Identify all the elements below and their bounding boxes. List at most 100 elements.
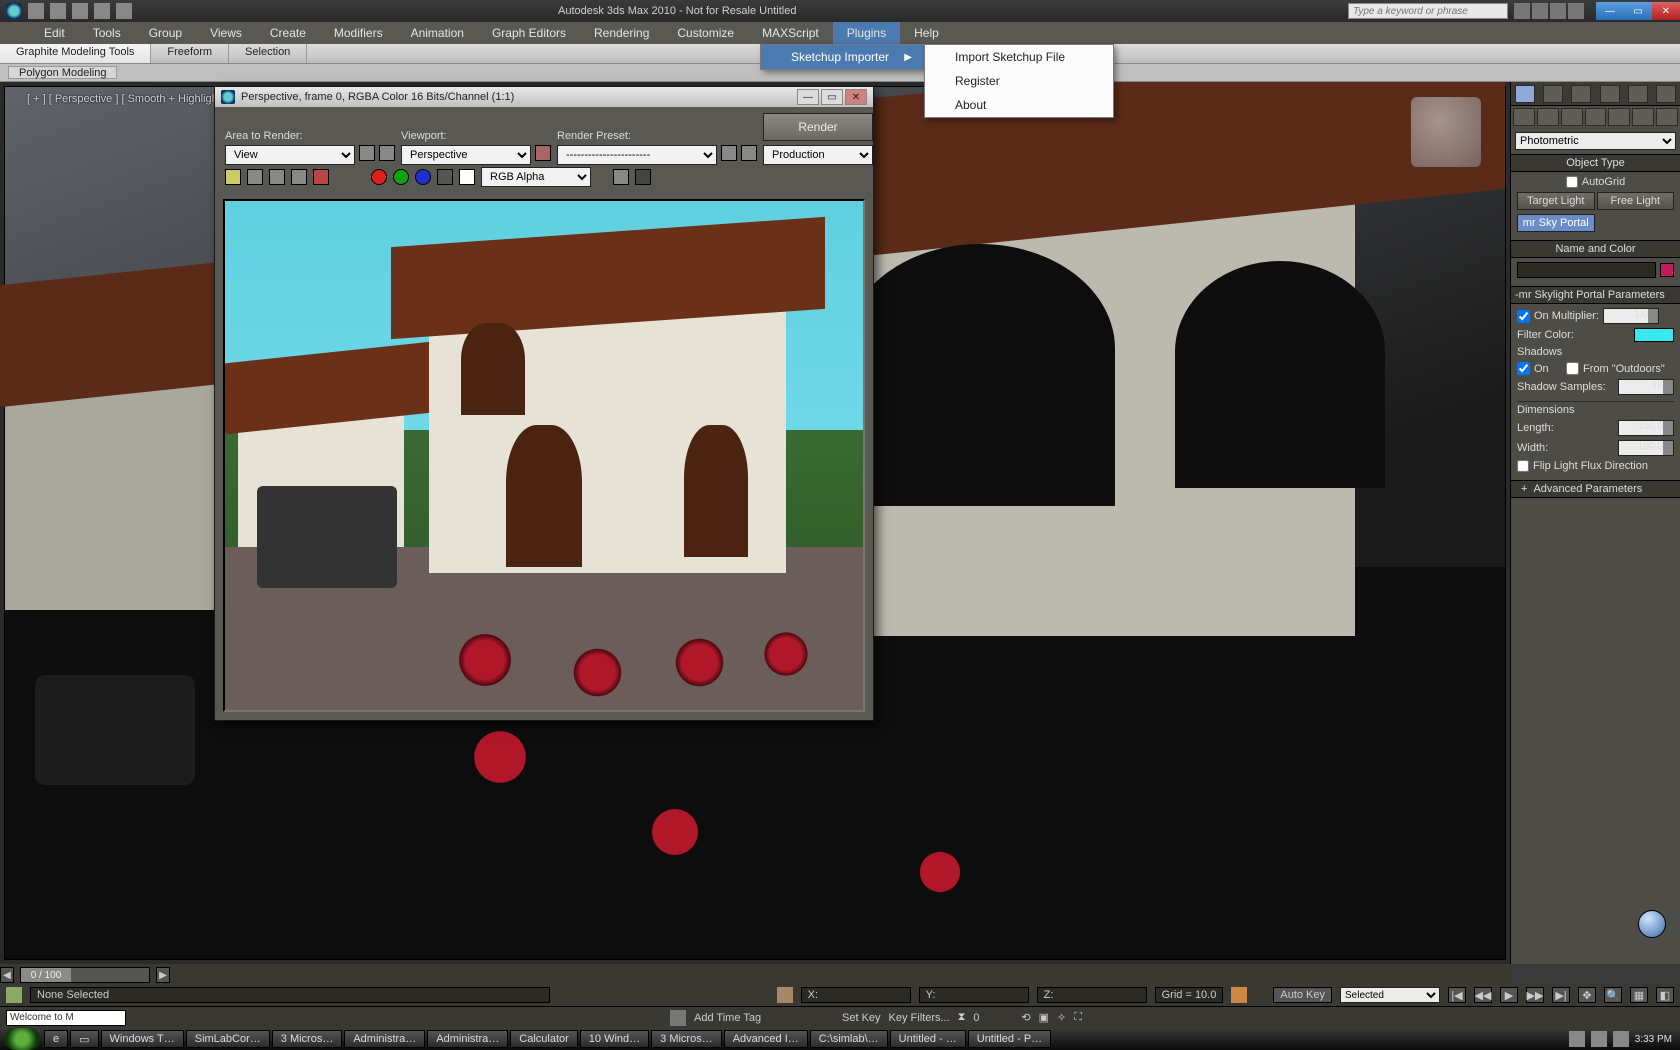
set-key-button[interactable]: Set Key	[842, 1012, 881, 1024]
systems-cat-icon[interactable]	[1656, 108, 1678, 126]
viewport-label[interactable]: [ + ] [ Perspective ] [ Smooth + Highlig…	[27, 93, 232, 105]
geometry-cat-icon[interactable]	[1513, 108, 1535, 126]
comm-center-icon[interactable]	[1532, 3, 1548, 19]
minimize-button[interactable]: —	[1596, 2, 1624, 20]
width-spinner[interactable]: 100.0	[1618, 440, 1674, 456]
menu-create[interactable]: Create	[256, 22, 320, 44]
display-tab-icon[interactable]	[1628, 85, 1648, 103]
next-frame-button[interactable]: ▶	[156, 967, 170, 983]
menu-rendering[interactable]: Rendering	[580, 22, 663, 44]
infocenter-search[interactable]	[1348, 3, 1508, 19]
render-close-button[interactable]: ✕	[845, 89, 867, 105]
task-button[interactable]: Advanced I…	[724, 1030, 808, 1048]
region-icon[interactable]	[359, 145, 375, 161]
key-mode-select[interactable]: Selected	[1340, 987, 1440, 1003]
menu-animation[interactable]: Animation	[397, 22, 478, 44]
goto-end-button[interactable]: ▶|	[1552, 987, 1570, 1003]
task-button[interactable]: SimLabCor…	[186, 1030, 270, 1048]
skylight-portal-params-rollout[interactable]: -mr Skylight Portal Parameters	[1511, 286, 1680, 304]
task-button[interactable]: Untitled - …	[890, 1030, 966, 1048]
channel-select[interactable]: RGB Alpha	[481, 167, 591, 187]
length-spinner[interactable]: 100.0	[1618, 420, 1674, 436]
channel-red-icon[interactable]	[371, 169, 387, 185]
shapes-cat-icon[interactable]	[1537, 108, 1559, 126]
goto-start-button[interactable]: |◀	[1448, 987, 1466, 1003]
shadows-on-checkbox[interactable]	[1517, 362, 1530, 375]
autoregion-icon[interactable]	[379, 145, 395, 161]
task-button[interactable]: Calculator	[510, 1030, 578, 1048]
tab-selection[interactable]: Selection	[229, 44, 307, 63]
submenu-sketchup-importer[interactable]: Sketchup Importer ▶	[761, 45, 924, 69]
open-icon[interactable]	[50, 3, 66, 19]
prev-key-button[interactable]: ◀◀	[1474, 987, 1492, 1003]
channel-blue-icon[interactable]	[415, 169, 431, 185]
channel-green-icon[interactable]	[393, 169, 409, 185]
time-slider[interactable]: 0 / 100	[20, 967, 150, 983]
render-min-button[interactable]: —	[797, 89, 819, 105]
cameras-cat-icon[interactable]	[1585, 108, 1607, 126]
key-filters-button[interactable]: Key Filters...	[889, 1012, 950, 1024]
viewport-select[interactable]: Perspective	[401, 145, 531, 165]
quick-launch-desktop[interactable]: ▭	[70, 1030, 98, 1048]
add-time-tag[interactable]: Add Time Tag	[694, 1012, 834, 1024]
prev-frame-button[interactable]: ◀	[0, 967, 14, 983]
menu-plugins[interactable]: Plugins	[833, 22, 900, 44]
clear-image-icon[interactable]	[313, 169, 329, 185]
coord-y[interactable]: Y:	[919, 987, 1029, 1003]
time-config-icon[interactable]: ⧗	[958, 1011, 966, 1024]
fov-icon[interactable]: ◧	[1656, 987, 1674, 1003]
tab-freeform[interactable]: Freeform	[151, 44, 229, 63]
render-preset-select[interactable]: -----------------------	[557, 145, 717, 165]
tray-icon[interactable]	[1569, 1031, 1585, 1047]
channel-alpha-icon[interactable]	[437, 169, 453, 185]
favorites-icon[interactable]	[1550, 3, 1566, 19]
menu-modifiers[interactable]: Modifiers	[320, 22, 397, 44]
quick-launch-ie[interactable]: e	[44, 1030, 68, 1048]
menu-about[interactable]: About	[925, 93, 1113, 117]
help-icon[interactable]	[1568, 3, 1584, 19]
menu-help[interactable]: Help	[900, 22, 953, 44]
polygon-modeling-panel[interactable]: Polygon Modeling	[8, 66, 117, 79]
play-button[interactable]: ▶	[1500, 987, 1518, 1003]
viewcube[interactable]	[1411, 97, 1481, 167]
free-light-button[interactable]: Free Light	[1597, 192, 1675, 210]
on-checkbox[interactable]	[1517, 310, 1530, 323]
tray-network-icon[interactable]	[1591, 1031, 1607, 1047]
coord-z[interactable]: Z:	[1037, 987, 1147, 1003]
trackbar-toggle-icon[interactable]	[6, 987, 22, 1003]
autogrid-checkbox[interactable]	[1566, 176, 1578, 188]
menu-views[interactable]: Views	[196, 22, 256, 44]
object-type-rollout[interactable]: Object Type	[1511, 154, 1680, 172]
task-button[interactable]: 3 Micros…	[272, 1030, 343, 1048]
tray-volume-icon[interactable]	[1613, 1031, 1629, 1047]
object-color-swatch[interactable]	[1660, 263, 1674, 277]
render-setup-icon[interactable]	[721, 145, 737, 161]
current-frame-field[interactable]: 0	[973, 1012, 1013, 1024]
undo-icon[interactable]	[94, 3, 110, 19]
task-button[interactable]: Administra…	[427, 1030, 508, 1048]
toggle-ui-icon[interactable]	[635, 169, 651, 185]
comm-icon[interactable]	[670, 1010, 686, 1026]
spacewarps-cat-icon[interactable]	[1632, 108, 1654, 126]
save-icon[interactable]	[72, 3, 88, 19]
task-button[interactable]: 3 Micros…	[651, 1030, 722, 1048]
helpers-cat-icon[interactable]	[1608, 108, 1630, 126]
task-button[interactable]: Windows T…	[101, 1030, 184, 1048]
print-image-icon[interactable]	[291, 169, 307, 185]
lock-selection-icon[interactable]	[777, 987, 793, 1003]
mr-sky-portal-button[interactable]: mr Sky Portal	[1517, 214, 1595, 232]
menu-maxscript[interactable]: MAXScript	[748, 22, 833, 44]
lock-view-icon[interactable]	[535, 145, 551, 161]
copy-image-icon[interactable]	[247, 169, 263, 185]
steering-wheel-icon[interactable]	[1638, 910, 1666, 938]
object-name-field[interactable]	[1517, 262, 1656, 278]
shadow-samples-spinner[interactable]: 16	[1618, 379, 1674, 395]
pan-view-icon[interactable]: ✥	[1578, 987, 1596, 1003]
channel-mono-icon[interactable]	[459, 169, 475, 185]
filter-color-swatch[interactable]	[1634, 328, 1674, 342]
create-tab-icon[interactable]	[1515, 85, 1535, 103]
auto-key-button[interactable]: Auto Key	[1273, 987, 1332, 1003]
menu-edit[interactable]: Edit	[30, 22, 79, 44]
zoom-icon[interactable]: 🔍	[1604, 987, 1622, 1003]
lights-cat-icon[interactable]	[1561, 108, 1583, 126]
